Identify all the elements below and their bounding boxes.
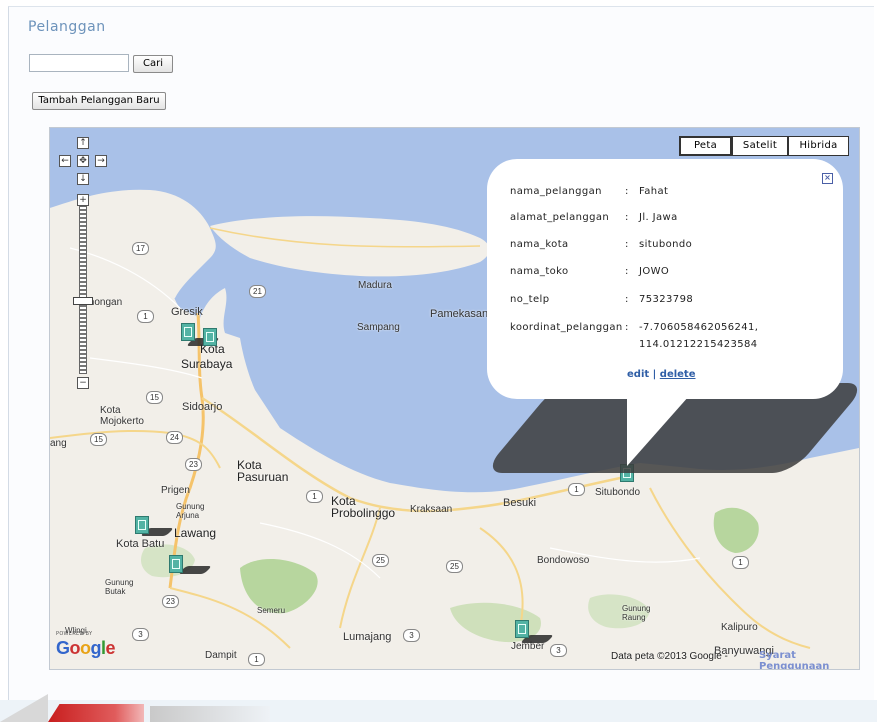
road-number: 15	[146, 391, 163, 404]
place-label: Dampit	[205, 650, 237, 661]
info-label: nama_kota	[510, 239, 569, 250]
info-value: situbondo	[639, 239, 693, 250]
add-customer-button[interactable]: Tambah Pelanggan Baru	[32, 92, 166, 110]
edit-link[interactable]: edit	[627, 369, 649, 380]
search-button[interactable]: Cari	[133, 55, 173, 73]
place-label: Prigen	[161, 485, 190, 496]
info-label: koordinat_pelanggan	[510, 322, 623, 333]
map-copyright: Data peta ©2013 Google -	[611, 651, 728, 662]
info-colon: :	[625, 322, 629, 333]
place-label: Sidoarjo	[182, 401, 223, 413]
place-label: Lawang	[174, 526, 217, 540]
info-value: 114.01212215423584	[639, 339, 758, 350]
powered-by-label: POWERED BY	[56, 631, 93, 637]
zoom-slider-handle[interactable]	[73, 297, 93, 305]
customer-marker[interactable]	[203, 328, 217, 346]
zoom-slider-track[interactable]	[79, 206, 87, 374]
place-label: Situbondo	[595, 487, 641, 498]
info-label: nama_toko	[510, 266, 569, 277]
road-number: 24	[166, 431, 183, 444]
info-colon: :	[625, 239, 629, 250]
footer-decoration	[150, 706, 270, 722]
search-input[interactable]	[29, 54, 129, 72]
map-view[interactable]: Gresik Kota Surabaya Madura Pamekasan Sa…	[49, 127, 860, 670]
place-label: Kalipuro	[721, 622, 758, 633]
place-label: Surabaya	[181, 357, 233, 371]
place-label: Pamekasan	[430, 308, 489, 320]
place-label: Bondowoso	[537, 555, 590, 566]
zoom-in-icon[interactable]: +	[77, 194, 89, 206]
page-title: Pelanggan	[28, 19, 106, 35]
road-number: 1	[568, 483, 585, 496]
road-number: 25	[446, 560, 463, 573]
info-colon: :	[625, 266, 629, 277]
customer-marker[interactable]	[135, 516, 149, 534]
road-number: 21	[249, 285, 266, 298]
place-label: Gunung Arjuna	[176, 502, 205, 520]
info-colon: :	[625, 186, 629, 197]
map-type-satellite-button[interactable]: Satelit	[732, 136, 788, 156]
place-label: Kota Batu	[116, 538, 165, 550]
customer-marker[interactable]	[515, 620, 529, 638]
customer-marker[interactable]	[181, 323, 195, 341]
info-value: Fahat	[639, 186, 669, 197]
info-window-tail	[627, 396, 689, 466]
place-label: Madura	[358, 280, 392, 291]
road-number: 23	[185, 458, 202, 471]
road-number: 3	[550, 644, 567, 657]
info-value: -7.706058462056241,	[639, 322, 759, 333]
place-label: Gresik	[171, 306, 203, 318]
customer-marker[interactable]	[169, 555, 183, 573]
road-number: 1	[732, 556, 749, 569]
map-type-map-button[interactable]: Peta	[679, 136, 732, 156]
action-separator: |	[652, 369, 657, 380]
map-type-hybrid-button[interactable]: Hibrida	[788, 136, 849, 156]
info-value: Jl. Jawa	[639, 212, 678, 223]
info-colon: :	[625, 294, 629, 305]
place-label: Gunung Butak	[105, 578, 134, 596]
place-label: Kota Probolinggo	[331, 494, 396, 520]
info-label: nama_pelanggan	[510, 186, 602, 197]
place-label: Kota Pasuruan	[237, 458, 289, 484]
place-label: Besuki	[503, 497, 537, 509]
close-icon[interactable]: ×	[822, 173, 833, 184]
pan-center-icon[interactable]: ✥	[77, 155, 89, 167]
google-logo[interactable]: Google	[56, 638, 116, 659]
road-number: 3	[403, 629, 420, 642]
road-number: 15	[90, 433, 107, 446]
info-label: no_telp	[510, 294, 550, 305]
footer-decoration	[48, 704, 144, 722]
info-actions: edit | delete	[627, 369, 696, 380]
road-number: 3	[132, 628, 149, 641]
pan-left-icon[interactable]: ←	[59, 155, 71, 167]
place-label: ang	[50, 438, 67, 449]
info-value: JOWO	[639, 266, 670, 277]
zoom-out-icon[interactable]: −	[77, 377, 89, 389]
place-label: Sampang	[357, 322, 400, 333]
road-number: 1	[137, 310, 154, 323]
info-label: alamat_pelanggan	[510, 212, 610, 223]
footer-decoration	[0, 694, 48, 722]
delete-link[interactable]: delete	[660, 369, 696, 380]
road-number: 23	[162, 595, 179, 608]
terms-of-use-link[interactable]: Syarat Penggunaan	[759, 650, 859, 669]
pan-up-icon[interactable]: ↑	[77, 137, 89, 149]
place-label: Lumajang	[343, 631, 392, 643]
info-colon: :	[625, 212, 629, 223]
place-label: Semeru	[257, 606, 286, 615]
road-number: 1	[248, 653, 265, 666]
place-label: Gunung Raung	[622, 604, 651, 622]
pan-right-icon[interactable]: →	[95, 155, 107, 167]
place-label: Kraksaan	[410, 504, 453, 515]
road-number: 1	[306, 490, 323, 503]
place-label: Kota Mojokerto	[100, 405, 144, 427]
road-number: 25	[372, 554, 389, 567]
road-number: 17	[132, 242, 149, 255]
info-value: 75323798	[639, 294, 694, 305]
pan-down-icon[interactable]: ↓	[77, 173, 89, 185]
